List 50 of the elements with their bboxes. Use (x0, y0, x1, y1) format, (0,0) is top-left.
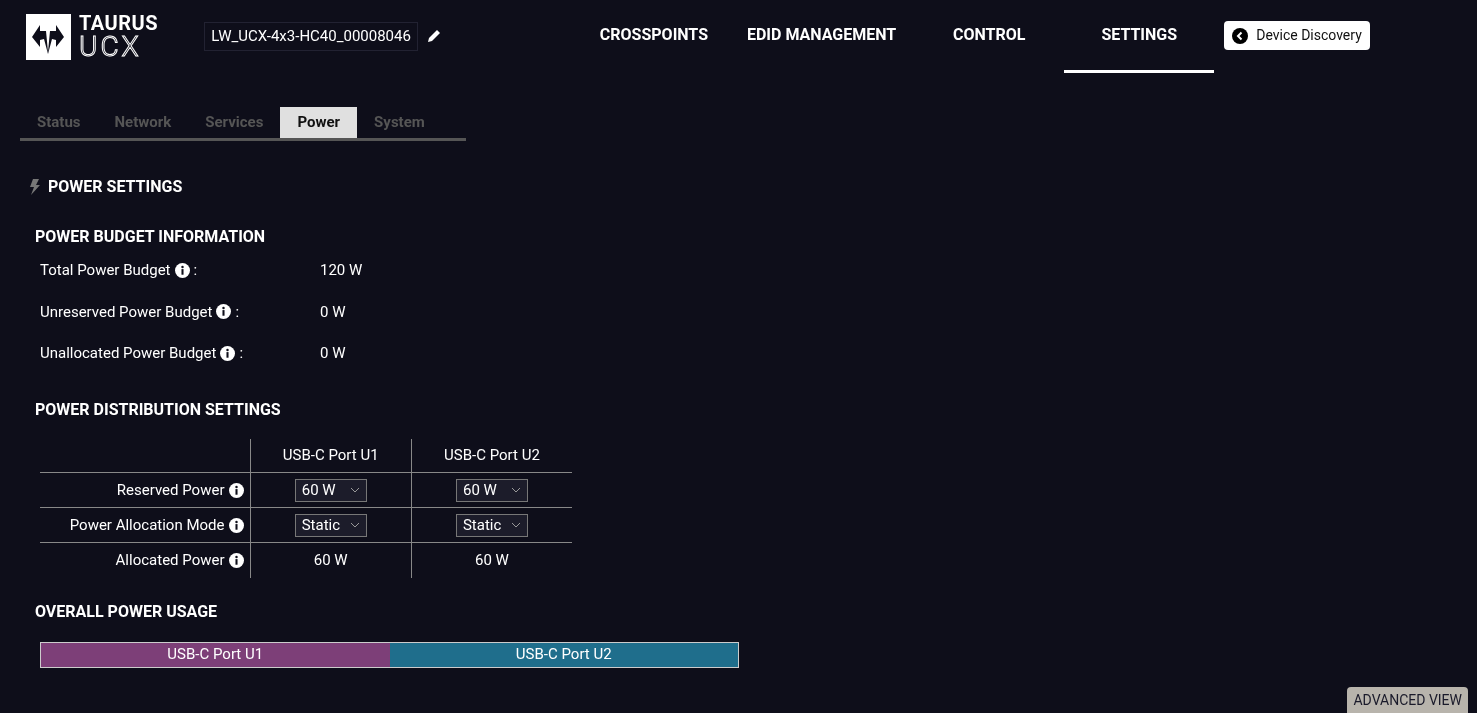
logo-icon (26, 14, 71, 60)
nav-tab[interactable]: SETTINGS (1064, 0, 1215, 73)
device-name-field[interactable]: LW_UCX-4x3-HC40_00008046 (204, 22, 418, 51)
chevron-down-icon (349, 522, 360, 528)
device-discovery-button[interactable]: Device Discovery (1224, 21, 1370, 50)
column-header: USB-C Port U1 (250, 438, 412, 473)
logo-text: UCX (79, 33, 143, 61)
dropdown[interactable]: Static (455, 513, 528, 537)
section-title: POWER SETTINGS (48, 176, 183, 198)
info-icon (228, 552, 244, 568)
colon-text: : (235, 301, 240, 323)
colon-text: : (239, 343, 244, 364)
section-heading: POWER DISTRIBUTION SETTINGS (35, 398, 282, 421)
dropdown[interactable]: 60 W (294, 478, 367, 502)
row-label: Allocated Power (115, 550, 225, 571)
field-label: Unallocated Power Budget (40, 343, 217, 364)
info-icon (220, 345, 236, 361)
info-icon (216, 304, 232, 320)
section-heading: OVERALL POWER USAGE (35, 600, 219, 623)
table-cell: 60 W (475, 551, 509, 569)
lightning-icon (30, 179, 40, 195)
usage-segment: USB-C Port U1 (41, 642, 390, 667)
field-label: Unreserved Power Budget (40, 301, 213, 323)
field-label: Total Power Budget (40, 260, 171, 281)
field-value: 0 W (320, 343, 346, 364)
field-value: 0 W (320, 301, 346, 323)
pencil-icon[interactable] (425, 28, 442, 45)
chevron-down-icon (510, 487, 521, 493)
sub-tab[interactable]: Power (280, 107, 358, 138)
info-icon (228, 482, 244, 498)
info-icon (228, 517, 244, 533)
usage-segment: USB-C Port U2 (389, 642, 738, 667)
section-heading: POWER BUDGET INFORMATION (35, 226, 267, 248)
row-label: Reserved Power (116, 479, 225, 501)
row-label: Power Allocation Mode (69, 514, 225, 536)
logo-text: TAURUS (79, 13, 159, 33)
chevron-down-icon (510, 522, 521, 528)
nav-tab[interactable]: EDID MANAGEMENT (728, 0, 915, 73)
back-icon (1232, 27, 1249, 44)
nav-tab[interactable]: CROSSPOINTS (578, 0, 729, 73)
dropdown[interactable]: Static (294, 513, 367, 537)
dropdown[interactable]: 60 W (455, 478, 528, 502)
table-cell: 60 W (313, 551, 348, 569)
nav-tab[interactable]: CONTROL (914, 0, 1065, 73)
advanced-view-button[interactable]: ADVANCED VIEW (1347, 687, 1468, 713)
colon-text: : (193, 260, 198, 281)
chevron-down-icon (349, 487, 360, 493)
field-value: 120 W (320, 260, 363, 281)
info-icon (174, 262, 190, 278)
column-header: USB-C Port U2 (411, 438, 572, 473)
